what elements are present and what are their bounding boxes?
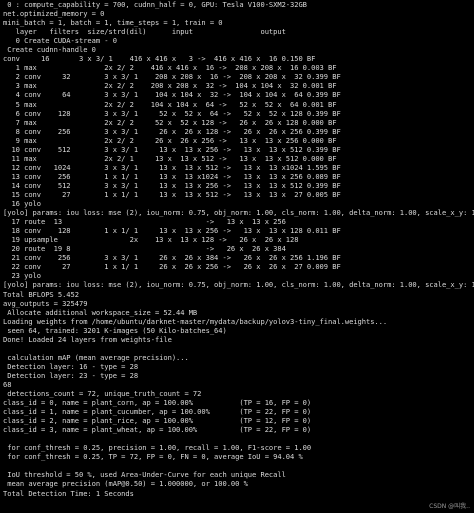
terminal-line: 9 max 2x 2/ 2 26 x 26 x 256 -> 13 x 13 x… [3,135,337,145]
terminal-line: 1 max 2x 2/ 2 416 x 416 x 16 -> 208 x 20… [3,63,337,73]
terminal-line: seen 64, trained: 3201 K-images (50 Kilo… [3,325,227,335]
terminal-line: [yolo] params: iou loss: mse (2), iou_no… [3,208,474,218]
terminal-line: 16 yolo [3,199,41,209]
terminal-line: 18 conv 128 1 x 1/ 1 13 x 13 x 256 -> 13… [3,226,341,236]
terminal-line: mini_batch = 1, batch = 1, time_steps = … [3,18,223,28]
terminal-line: avg_outputs = 325479 [3,298,88,308]
terminal-line: class_id = 3, name = plant_wheat, ap = 1… [3,425,312,435]
terminal-line: Total Detection Time: 1 Seconds [3,488,134,498]
terminal-line: 6 conv 128 3 x 3/ 1 52 x 52 x 64 -> 52 x… [3,108,341,118]
terminal-line: IoU threshold = 50 %, used Area-Under-Cu… [3,470,286,480]
terminal-line: conv 16 3 x 3/ 1 416 x 416 x 3 -> 416 x … [3,54,316,64]
terminal-line: Detection layer: 16 - type = 28 [3,361,139,371]
terminal-line: Create cudnn-handle 0 [3,45,96,55]
terminal-line: 5 max 2x 2/ 2 104 x 104 x 64 -> 52 x 52 … [3,99,337,109]
terminal-line: 15 conv 27 1 x 1/ 1 13 x 13 x 512 -> 13 … [3,189,341,199]
terminal-line: for conf_thresh = 0.25, TP = 72, FP = 0,… [3,452,303,462]
terminal-line: 2 conv 32 3 x 3/ 1 208 x 208 x 16 -> 208… [3,72,341,82]
terminal-line: Done! Loaded 24 layers from weights-file [3,334,172,344]
terminal-line: 17 route 13 -> 13 x 13 x 256 [3,217,286,227]
terminal-line: 14 conv 512 3 x 3/ 1 13 x 13 x 256 -> 13… [3,180,341,190]
terminal-line: class_id = 0, name = plant_corn, ap = 10… [3,398,312,408]
terminal-line: 23 yolo [3,271,41,281]
terminal-line: class_id = 1, name = plant_cucumber, ap … [3,407,312,417]
terminal-line: layer filters size/strd(dil) input outpu… [3,27,286,37]
terminal-line: [yolo] params: iou loss: mse (2), iou_no… [3,280,474,290]
terminal-line: 3 max 2x 2/ 2 208 x 208 x 32 -> 104 x 10… [3,81,337,91]
terminal-line: Loading weights from /home/ubuntu/darkne… [3,316,388,326]
terminal-line: 0 Create CUDA-stream - 0 [3,36,117,46]
terminal-line: net.optimized_memory = 0 [3,9,105,19]
terminal-window[interactable]: 0 : compute_capability = 700, cudnn_half… [0,0,474,513]
terminal-line: 8 conv 256 3 x 3/ 1 26 x 26 x 128 -> 26 … [3,126,341,136]
terminal-line: 68 [3,379,12,389]
terminal-line: 11 max 2x 2/ 1 13 x 13 x 512 -> 13 x 13 … [3,153,337,163]
terminal-line: class_id = 2, name = plant_rice, ap = 10… [3,416,312,426]
terminal-line: 0 : compute_capability = 700, cudnn_half… [3,0,307,9]
terminal-line: 7 max 2x 2/ 2 52 x 52 x 128 -> 26 x 26 x… [3,117,337,127]
terminal-output: 0 : compute_capability = 700, cudnn_half… [3,0,474,498]
terminal-line: 21 conv 256 3 x 3/ 1 26 x 26 x 384 -> 26… [3,253,341,263]
terminal-line: calculation mAP (mean average precision)… [3,352,189,362]
terminal-line: Allocate additional workspace_size = 52.… [3,307,198,317]
terminal-line: for conf_thresh = 0.25, precision = 1.00… [3,443,312,453]
terminal-line: Total BFLOPS 5.452 [3,289,79,299]
terminal-line: 12 conv 1024 3 x 3/ 1 13 x 13 x 512 -> 1… [3,162,341,172]
terminal-line: 22 conv 27 1 x 1/ 1 26 x 26 x 256 -> 26 … [3,262,341,272]
terminal-line: 4 conv 64 3 x 3/ 1 104 x 104 x 32 -> 104… [3,90,341,100]
terminal-line: 20 route 19 8 -> 26 x 26 x 384 [3,244,286,254]
terminal-line: 13 conv 256 1 x 1/ 1 13 x 13 x1024 -> 13… [3,171,341,181]
terminal-line: Detection layer: 23 - type = 28 [3,370,139,380]
terminal-line: 10 conv 512 3 x 3/ 1 13 x 13 x 256 -> 13… [3,144,341,154]
watermark-label: CSDN @叫我.. [429,503,470,510]
terminal-line: detections_count = 72, unique_truth_coun… [3,389,202,399]
terminal-line: 19 upsample 2x 13 x 13 x 128 -> 26 x 26 … [3,235,299,245]
terminal-line: mean average precision (mAP@0.50) = 1.00… [3,479,248,489]
